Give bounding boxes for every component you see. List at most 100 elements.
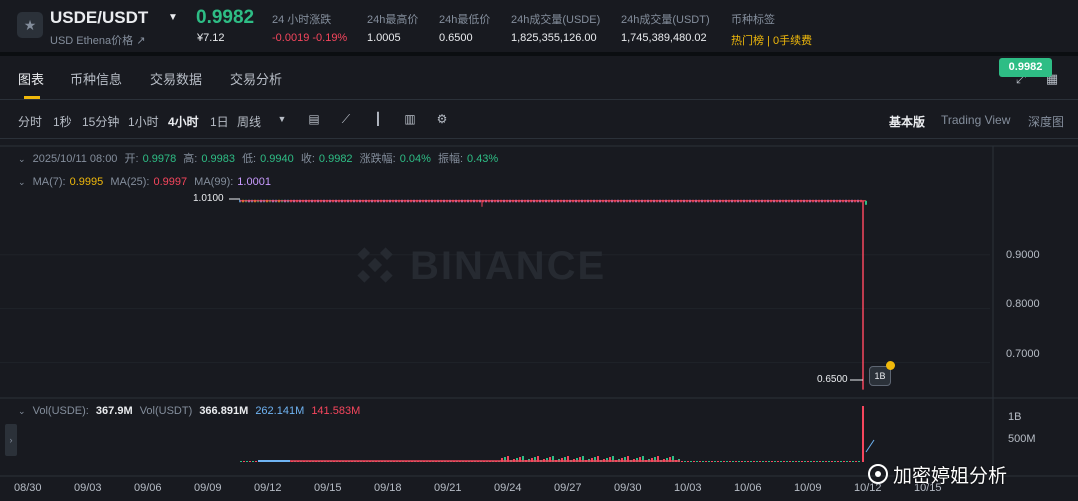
x-tick-label: 09/30 [614, 482, 642, 494]
volume-bar [702, 461, 704, 462]
volume-bar [798, 461, 800, 462]
close-label: 收: [300, 153, 315, 165]
vol-axis-label: 1B [1008, 411, 1022, 423]
volume-bar [810, 461, 812, 462]
vol-quote-value: 366.891M [199, 405, 249, 417]
x-tick-label: 08/30 [14, 482, 42, 494]
open-label: 开: [124, 153, 139, 165]
volume-bar [840, 461, 842, 462]
event-dot-icon [886, 361, 895, 370]
volume-bar [756, 461, 758, 462]
ohlc-legend: ⌄ 2025/10/11 08:00 开: 0.9978 高: 0.9983 低: 0… [18, 150, 502, 166]
x-tick-label: 09/18 [374, 482, 402, 494]
x-tick-label: 09/15 [314, 482, 342, 494]
volume-bar [732, 461, 734, 462]
volume-bar [801, 461, 803, 462]
volume-bar [792, 461, 794, 462]
y-tick-label: 0.7000 [1006, 348, 1040, 360]
x-tick-label: 10/09 [794, 482, 822, 494]
collapse-chevron-icon[interactable]: ⌄ [18, 177, 26, 187]
vol-base-label: Vol(USDE): [32, 405, 89, 417]
volume-bar [843, 461, 845, 462]
x-tick-label: 09/09 [194, 482, 222, 494]
volume-bar [708, 461, 710, 462]
volume-bar [858, 461, 860, 462]
x-tick-label: 10/06 [734, 482, 762, 494]
ma25-label: MA(25): [110, 176, 150, 188]
volume-bar [741, 461, 743, 462]
volume-bar [750, 461, 752, 462]
volume-bar [786, 461, 788, 462]
volume-bar [738, 461, 740, 462]
volume-bar [765, 461, 767, 462]
vol-quote-label: Vol(USDT) [139, 405, 193, 417]
volume-bar [807, 461, 809, 462]
ma-legend: ⌄ MA(7): 0.9995 MA(25): 0.9997 MA(99): 1.00… [18, 176, 275, 188]
volume-bar [711, 461, 713, 462]
volume-bar [699, 461, 701, 462]
volume-bar [696, 461, 698, 462]
volume-bar [777, 461, 779, 462]
volume-bar [243, 461, 245, 462]
volume-bar [783, 461, 785, 462]
volume-bar [744, 461, 746, 462]
high-value-legend: 0.9983 [201, 153, 235, 165]
vol-base-value: 367.9M [95, 405, 133, 417]
volume-bar [825, 461, 827, 462]
volume-bar [768, 461, 770, 462]
x-tick-label: 09/21 [434, 482, 462, 494]
last-price-tag: 0.9982 [999, 58, 1052, 77]
volume-bar [246, 461, 248, 462]
volume-bar [804, 461, 806, 462]
change-pct-value: 0.04% [399, 153, 431, 165]
volume-bar [747, 461, 749, 462]
y-tick-label: 0.8000 [1006, 298, 1040, 310]
volume-bar [735, 461, 737, 462]
volume-bar [852, 461, 854, 462]
vol-ma-line [865, 439, 875, 453]
volume-bar [693, 461, 695, 462]
volume-bar [720, 461, 722, 462]
close-value: 0.9982 [318, 153, 353, 165]
volume-bar [681, 461, 683, 462]
volume-bar [828, 461, 830, 462]
collapse-chevron-icon[interactable]: ⌄ [18, 154, 26, 164]
low-label-legend: 低: [242, 153, 257, 165]
expand-panel-icon[interactable]: › [5, 424, 17, 456]
volume-bar [795, 461, 797, 462]
volume-bar [846, 461, 848, 462]
volume-bar [726, 461, 728, 462]
volume-bar [837, 461, 839, 462]
ma99-value: 1.0001 [237, 176, 271, 188]
x-tick-label: 09/24 [494, 482, 522, 494]
volume-bar [816, 461, 818, 462]
open-value: 0.9978 [142, 153, 177, 165]
period-low-label: 0.6500 [817, 374, 848, 385]
volume-bar [687, 461, 689, 462]
candle-datetime: 2025/10/11 08:00 [32, 153, 118, 165]
volume-bar [690, 461, 692, 462]
vol-axis-label: 500M [1008, 433, 1036, 445]
change-pct-label: 涨跌幅: [359, 153, 396, 165]
volume-bar [729, 461, 731, 462]
volume-bar [834, 461, 836, 462]
volume-bar [684, 461, 686, 462]
volume-bar [831, 461, 833, 462]
x-tick-label: 09/03 [74, 482, 102, 494]
volume-bar [789, 461, 791, 462]
volume-bar [813, 461, 815, 462]
volume-bar [774, 461, 776, 462]
x-tick-label: 10/03 [674, 482, 702, 494]
weibo-logo-icon [867, 463, 889, 485]
volume-legend: ⌄ Vol(USDE): 367.9M Vol(USDT) 366.891M 2… [18, 405, 364, 417]
collapse-chevron-icon[interactable]: ⌄ [18, 406, 26, 416]
volume-bar [255, 461, 257, 462]
amplitude-value: 0.43% [467, 153, 499, 165]
volume-bar [705, 461, 707, 462]
amplitude-label: 振幅: [437, 153, 464, 165]
volume-bar [819, 461, 821, 462]
x-tick-label: 09/12 [254, 482, 282, 494]
low-value-legend: 0.9940 [260, 153, 294, 165]
volume-bar [762, 461, 764, 462]
watermark-text: BINANCE [410, 244, 607, 288]
